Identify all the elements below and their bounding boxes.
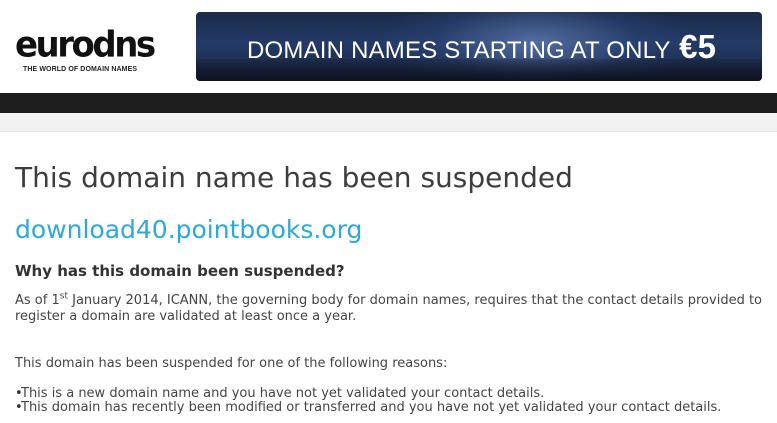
list-item: •This is a new domain name and you have … <box>15 387 762 401</box>
site-header: eurodns THE WORLD OF DOMAIN NAMES DOMAIN… <box>0 0 777 93</box>
banner-headline: DOMAIN NAMES STARTING AT ONLY €5 <box>247 30 716 68</box>
paragraph1-superscript: st <box>59 291 68 302</box>
promo-banner[interactable]: DOMAIN NAMES STARTING AT ONLY €5 <box>196 12 762 81</box>
sub-bar <box>0 113 777 132</box>
domain-name-link[interactable]: download40.pointbooks.org <box>15 215 762 245</box>
main-content: This domain name has been suspended down… <box>0 161 777 415</box>
eurodns-logo[interactable]: eurodns THE WORLD OF DOMAIN NAMES <box>15 24 156 73</box>
logo-wordmark: eurodns <box>15 24 156 67</box>
logo-tagline: THE WORLD OF DOMAIN NAMES <box>23 66 138 73</box>
reasons-intro-paragraph: This domain has been suspended for one o… <box>15 356 448 371</box>
suspension-question-heading: Why has this domain been suspended? <box>15 262 345 280</box>
list-item: •This domain has recently been modified … <box>15 401 762 415</box>
banner-price: €5 <box>679 28 717 65</box>
icann-explanation-paragraph: As of 1st January 2014, ICANN, the gover… <box>15 291 763 325</box>
navigation-bar <box>0 93 777 113</box>
reasons-list: •This is a new domain name and you have … <box>15 387 762 415</box>
paragraph1-prefix: As of 1 <box>15 293 60 308</box>
paragraph1-rest: January 2014, ICANN, the governing body … <box>15 293 763 324</box>
reason-text: This is a new domain name and you have n… <box>21 386 545 401</box>
banner-text: DOMAIN NAMES STARTING AT ONLY <box>247 37 678 64</box>
page-title: This domain name has been suspended <box>15 161 573 194</box>
reason-text: This domain has recently been modified o… <box>21 400 722 415</box>
